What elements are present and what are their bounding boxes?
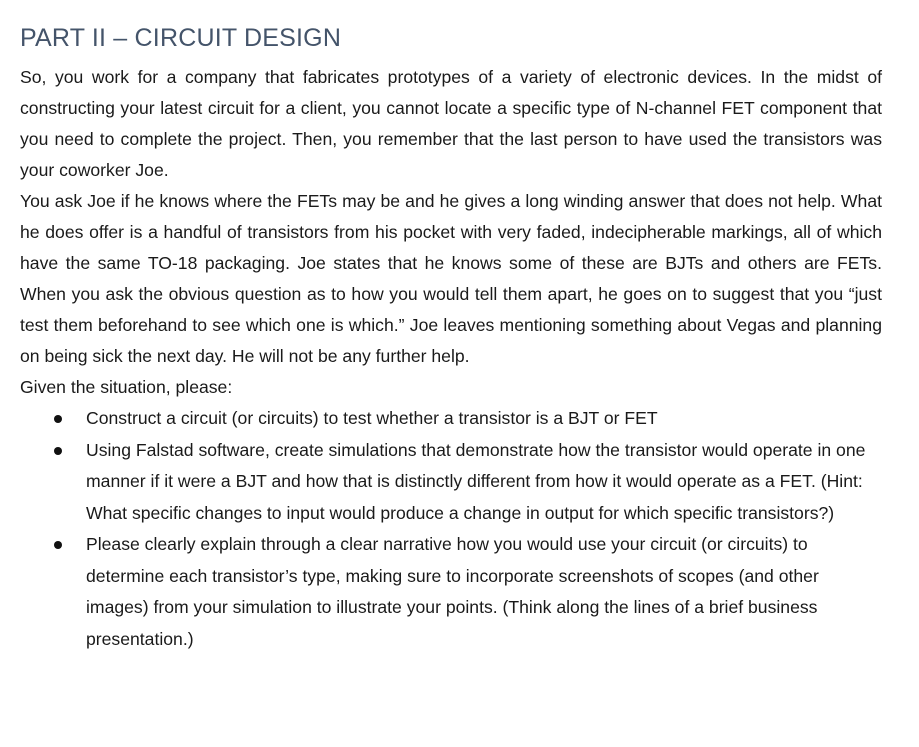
task-item: Construct a circuit (or circuits) to tes… <box>20 403 882 435</box>
task-list: Construct a circuit (or circuits) to tes… <box>20 403 882 655</box>
task-item-text: Please clearly explain through a clear n… <box>86 534 819 649</box>
task-intro: Given the situation, please: <box>20 377 233 397</box>
paragraph-joe-story: You ask Joe if he knows where the FETs m… <box>20 191 882 366</box>
task-item: Please clearly explain through a clear n… <box>20 529 882 655</box>
task-item-text: Using Falstad software, create simulatio… <box>86 439 866 523</box>
bullet-icon <box>54 541 62 549</box>
task-item: Using Falstad software, create simulatio… <box>20 435 882 530</box>
section-title: PART II – CIRCUIT DESIGN <box>20 24 342 52</box>
task-item-text: Construct a circuit (or circuits) to tes… <box>86 408 658 428</box>
paragraph-intro-context: So, you work for a company that fabricat… <box>20 67 882 180</box>
document-page: PART II – CIRCUIT DESIGN So, you work fo… <box>20 20 882 655</box>
bullet-icon <box>54 415 62 423</box>
bullet-icon <box>54 446 62 455</box>
